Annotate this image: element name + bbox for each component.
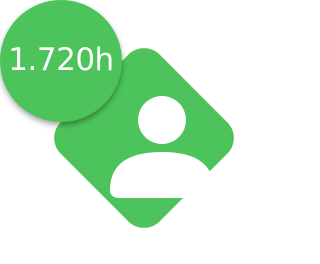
hours-label: 1.720h [8, 42, 114, 78]
user-hours-graphic: 1.720h [0, 0, 274, 264]
hours-badge: 1.720h [0, 0, 122, 122]
